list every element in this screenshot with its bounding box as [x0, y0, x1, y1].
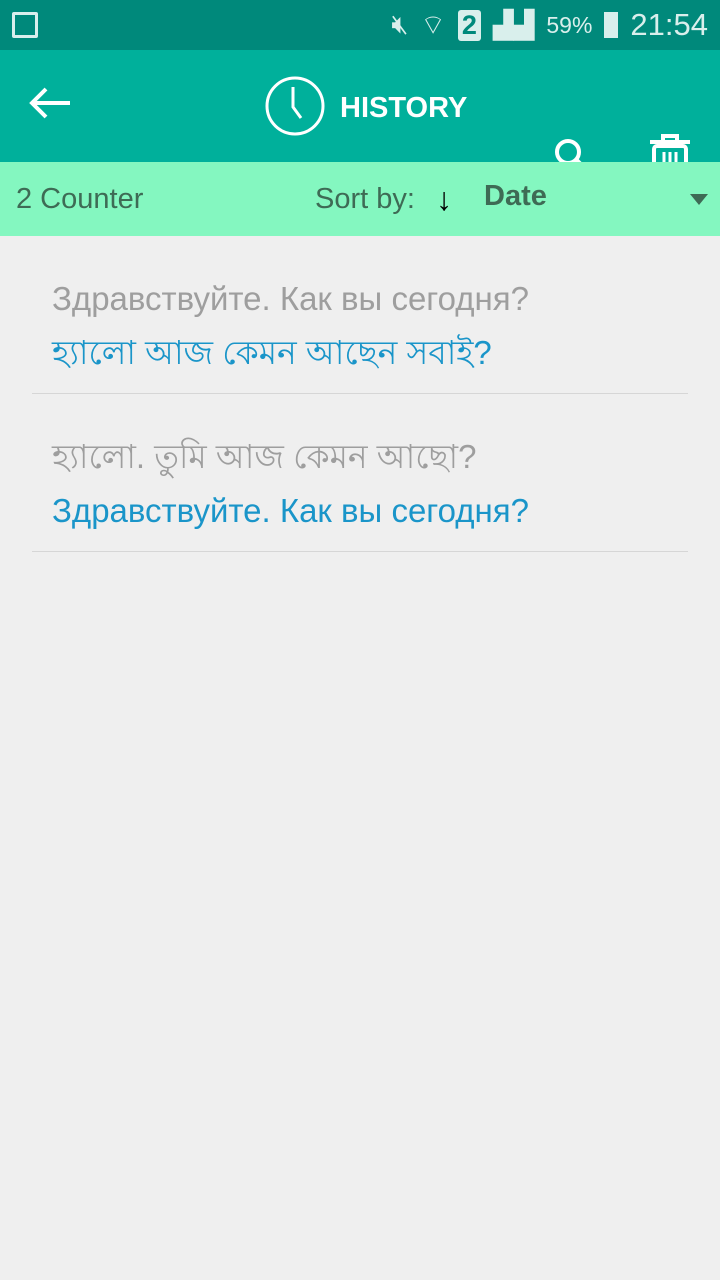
sort-dropdown-value[interactable]: Date — [484, 180, 547, 213]
history-counter: 2 Counter — [16, 182, 144, 215]
sort-label: Sort by: — [315, 182, 415, 215]
back-arrow-icon[interactable] — [28, 86, 72, 127]
source-text: হ্যালো. তুমি আজ কেমন আছো? — [52, 438, 477, 475]
clock-time: 21:54 — [630, 7, 708, 42]
gallery-icon — [12, 12, 38, 38]
sort-bar: 2 Counter Sort by: ↓ Date — [0, 162, 720, 236]
source-text: Здравствуйте. Как вы сегодня? — [52, 280, 529, 317]
page-title: HISTORY — [340, 92, 468, 124]
translation-text: হ্যালো আজ কেমন আছেন সবাই? — [52, 334, 492, 371]
signal-icon: ▟▟ — [492, 9, 535, 40]
app-bar: HISTORY — [0, 50, 720, 183]
sim-icon: 2 — [457, 9, 481, 41]
clock-icon — [264, 75, 326, 142]
status-bar: 🔇︎ ⌔ 2 ▟▟ 59% 21:54 — [0, 0, 720, 50]
mute-icon: 🔇︎ — [391, 9, 409, 39]
list-item[interactable]: হ্যালো. তুমি আজ কেমন আছো? Здравствуйте. … — [32, 394, 688, 552]
history-list: Здравствуйте. Как вы сегодня? হ্যালো আজ … — [0, 236, 720, 552]
list-item[interactable]: Здравствуйте. Как вы сегодня? হ্যালো আজ … — [32, 236, 688, 394]
sort-direction-icon[interactable]: ↓ — [436, 181, 452, 218]
battery-charging-icon — [604, 12, 619, 38]
translation-text: Здравствуйте. Как вы сегодня? — [52, 492, 529, 529]
wifi-icon: ⌔ — [420, 10, 446, 40]
battery-percent: 59% — [546, 11, 593, 38]
dropdown-caret-icon[interactable] — [690, 194, 708, 205]
